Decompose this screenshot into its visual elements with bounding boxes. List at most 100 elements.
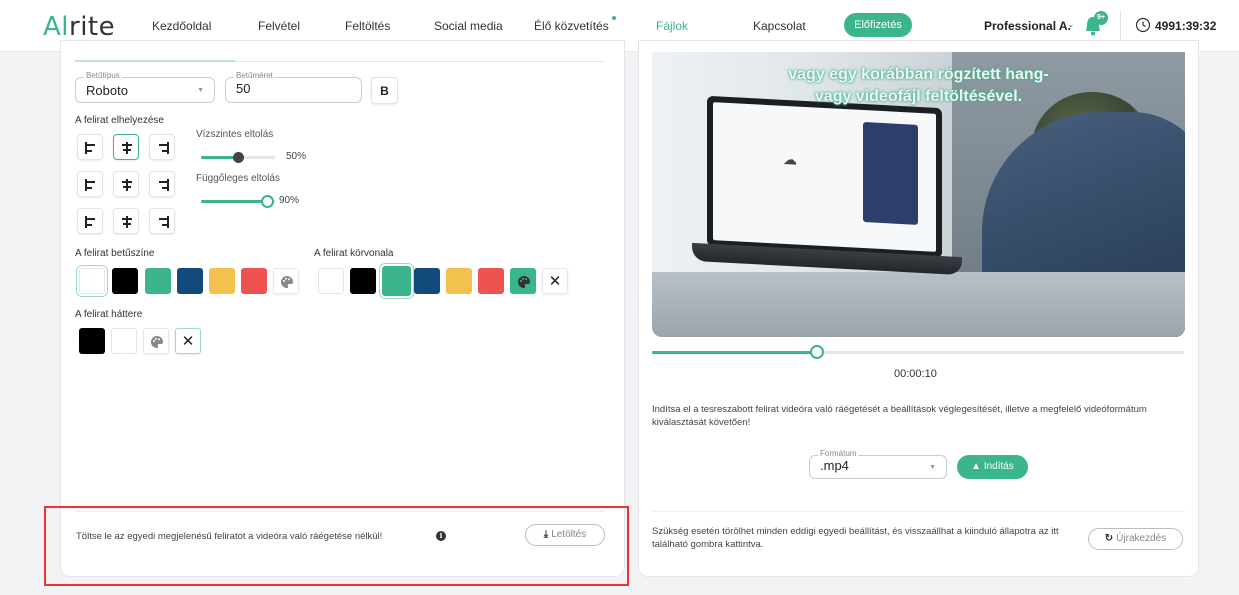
alrite-logo[interactable]: Alrite [43, 12, 115, 42]
horizontal-offset-slider[interactable] [201, 152, 275, 163]
start-burn-in-button[interactable]: ▲ Indítás [957, 455, 1028, 479]
outline-swatch-green[interactable] [382, 266, 411, 296]
user-menu-name[interactable]: Professional A. [984, 19, 1071, 33]
video-progress-thumb[interactable] [809, 345, 824, 359]
nav-divider [1120, 10, 1121, 40]
align-bottom-center-button[interactable] [113, 208, 139, 234]
subtitle-preview-line-1: vagy egy korábban rögzített hang- [788, 66, 1049, 83]
outline-swatch-white[interactable] [318, 268, 344, 294]
outline-palette-button[interactable] [510, 268, 536, 294]
flame-icon: ▲ [971, 461, 982, 472]
chevron-down-icon: ▼ [929, 464, 936, 471]
outline-clear-button[interactable]: ✕ [542, 268, 568, 294]
align-middle-left-button[interactable] [77, 171, 103, 197]
chevron-down-icon: ▼ [197, 87, 204, 94]
burn-in-description: Indítsa el a tesreszabott felirat videór… [652, 404, 1147, 428]
nav-item-files[interactable]: Fájlok [651, 19, 693, 47]
notification-badge: 9+ [1094, 11, 1108, 25]
subscribe-button[interactable]: Előfizetés [844, 13, 912, 37]
position-section-title: A felirat elhelyezése [75, 115, 164, 126]
subtitle-preview-line-2: vagy videofájl feltöltésével. [814, 88, 1023, 105]
nav-item-home[interactable]: Kezdőoldal [152, 19, 211, 33]
background-color-title: A felirat háttere [75, 309, 143, 320]
clock-icon [1135, 17, 1151, 33]
outline-swatch-yellow[interactable] [446, 268, 472, 294]
outline-color-title: A felirat körvonala [314, 248, 394, 259]
align-center-icon [122, 216, 132, 228]
align-right-icon [159, 179, 169, 191]
reset-label: Újrakezdés [1116, 533, 1167, 544]
font-size-value: 50 [236, 81, 251, 96]
font-family-label: Betűtípus [84, 71, 122, 80]
background-swatch-white[interactable] [111, 328, 137, 354]
vertical-offset-value: 90% [279, 195, 300, 206]
video-progress-slider[interactable] [652, 345, 1184, 359]
format-select[interactable]: Formátum .mp4 ▼ [809, 449, 947, 479]
highlight-annotation-box [44, 506, 629, 586]
font-size-input[interactable]: Betűméret 50 [225, 71, 362, 103]
background-palette-button[interactable] [143, 328, 169, 354]
reset-divider [652, 511, 1185, 512]
align-left-icon [85, 216, 95, 228]
active-tab-indicator [75, 60, 235, 62]
outline-swatch-blue[interactable] [414, 268, 440, 294]
vertical-offset-label: Függőleges eltolás [196, 173, 280, 184]
font-color-swatch-red[interactable] [241, 268, 267, 294]
live-indicator-dot [612, 16, 616, 20]
align-middle-center-button[interactable] [113, 171, 139, 197]
close-icon: ✕ [548, 273, 562, 290]
nav-item-contact[interactable]: Kapcsolat [753, 19, 806, 33]
horizontal-offset-thumb[interactable] [232, 152, 244, 163]
format-value: .mp4 [820, 458, 849, 473]
reset-button[interactable]: ↻ Újrakezdés [1088, 528, 1183, 550]
video-table [652, 272, 1185, 337]
video-preview[interactable]: ☁ vagy egy korábban rögzített hang- vagy… [652, 52, 1185, 337]
align-top-center-button[interactable] [113, 134, 139, 160]
bold-toggle-button[interactable]: B [371, 77, 398, 104]
align-bottom-left-button[interactable] [77, 208, 103, 234]
palette-icon [281, 276, 293, 288]
align-top-left-button[interactable] [77, 134, 103, 160]
nav-item-live-stream[interactable]: Élő közvetítés [534, 19, 609, 33]
horizontal-offset-label: Vízszintes eltolás [196, 129, 274, 140]
font-color-title: A felirat betűszíne [75, 248, 155, 259]
font-color-swatch-white[interactable] [79, 268, 105, 294]
palette-icon [518, 276, 530, 288]
vertical-offset-thumb[interactable] [261, 195, 275, 208]
chevron-down-icon[interactable]: ⌄ [1067, 19, 1075, 30]
font-color-swatch-green[interactable] [145, 268, 171, 294]
close-icon: ✕ [181, 333, 195, 350]
nav-item-recording[interactable]: Felvétel [258, 19, 300, 33]
align-top-right-button[interactable] [149, 134, 175, 160]
refresh-icon: ↻ [1104, 533, 1114, 544]
align-bottom-right-button[interactable] [149, 208, 175, 234]
font-color-swatch-yellow[interactable] [209, 268, 235, 294]
align-right-icon [159, 142, 169, 154]
upload-cloud-icon: ☁ [783, 150, 797, 168]
align-right-icon [159, 216, 169, 228]
palette-icon [151, 336, 163, 348]
reset-description: Szükség esetén törölhet minden eddigi eg… [652, 526, 1059, 550]
video-laptop-screen: ☁ [707, 95, 942, 259]
video-current-time: 00:00:10 [894, 368, 937, 380]
video-laptop-display: ☁ [713, 102, 936, 252]
align-center-icon [122, 142, 132, 154]
format-label: Formátum [818, 449, 859, 458]
font-color-palette-button[interactable] [273, 268, 299, 294]
align-left-icon [85, 142, 95, 154]
font-family-value: Roboto [86, 83, 128, 98]
align-middle-right-button[interactable] [149, 171, 175, 197]
font-color-swatch-blue[interactable] [177, 268, 203, 294]
background-clear-button[interactable]: ✕ [175, 328, 201, 354]
vertical-offset-slider[interactable] [201, 195, 275, 208]
horizontal-offset-value: 50% [286, 151, 307, 162]
nav-item-upload[interactable]: Feltöltés [345, 19, 390, 33]
nav-item-social-media[interactable]: Social media [434, 19, 503, 33]
font-color-swatch-black[interactable] [112, 268, 138, 294]
background-swatch-black[interactable] [79, 328, 105, 354]
vertical-offset-fill [201, 200, 268, 203]
font-size-label: Betűméret [234, 71, 275, 80]
font-family-select[interactable]: Betűtípus Roboto ▼ [75, 71, 215, 103]
outline-swatch-red[interactable] [478, 268, 504, 294]
outline-swatch-black[interactable] [350, 268, 376, 294]
